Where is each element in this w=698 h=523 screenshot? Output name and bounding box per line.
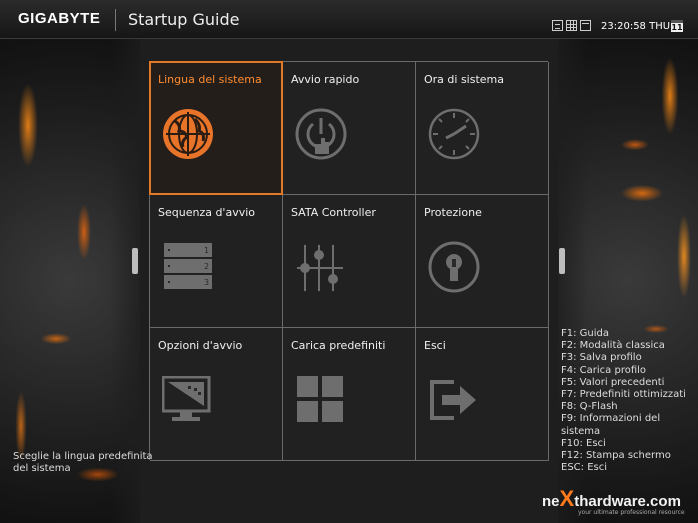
key-f7[interactable]: F7: Predefiniti ottimizzati [561,389,695,401]
clock-icon [428,108,480,160]
tile-label: Protezione [424,206,482,219]
tile-label: Opzioni d'avvio [158,339,243,352]
key-f9[interactable]: F9: Informazioni del [561,413,695,425]
easy-mode-icon[interactable] [566,20,577,31]
tile-label: Sequenza d'avvio [158,206,256,219]
key-f2[interactable]: F2: Modalità classica [561,340,695,352]
key-f4[interactable]: F4: Carica profilo [561,365,695,377]
page-title: Startup Guide [128,10,240,29]
key-esc[interactable]: ESC: Esci [561,462,695,474]
watermark-logo: neXthardware.com your ultimate professio… [542,486,692,516]
tile-label: Esci [424,339,446,352]
watermark-post: thardware.com [574,493,681,510]
fast-boot-icon [295,108,347,160]
sliders-icon [297,245,343,291]
startup-guide-grid: Lingua del sistema Avvio rapido Ora di s… [149,61,549,461]
tile-exit[interactable]: Esci [416,328,549,461]
advanced-mode-icon[interactable] [552,20,563,31]
tile-protection[interactable]: Protezione [416,195,549,328]
window-icon[interactable] [580,20,591,31]
key-f1[interactable]: F1: Guida [561,328,695,340]
tile-sata-controller[interactable]: SATA Controller [283,195,416,328]
item-description: Sceglie la lingua predefinita del sistem… [13,451,153,474]
tile-fast-boot[interactable]: Avvio rapido [283,62,416,195]
key-f5[interactable]: F5: Valori precedenti [561,377,695,389]
globe-icon [163,109,213,159]
scroll-handle-left[interactable] [132,248,138,274]
tile-label: Lingua del sistema [158,73,262,86]
tile-boot-sequence[interactable]: Sequenza d'avvio 1 2 3 [150,195,283,328]
svg-text:3: 3 [204,278,209,287]
key-f12[interactable]: F12: Stampa schermo [561,450,695,462]
exit-icon [430,380,476,420]
scroll-handle-right[interactable] [559,248,565,274]
tile-load-defaults[interactable]: Carica predefiniti [283,328,416,461]
key-f8[interactable]: F8: Q-Flash [561,401,695,413]
clock-display: 23:20:58 THU [601,21,671,32]
brand-logo: GIGABYTE [18,10,101,27]
grid-icon [297,376,343,422]
watermark-tagline: your ultimate professional resource [578,509,685,516]
svg-text:1: 1 [204,246,209,255]
function-key-legend: F1: Guida F2: Modalità classica F3: Salv… [561,328,695,474]
tile-system-time[interactable]: Ora di sistema [416,62,549,195]
key-f10[interactable]: F10: Esci [561,438,695,450]
top-bar: GIGABYTE Startup Guide 23:20:58 THU 11 [0,0,698,39]
tile-label: Ora di sistema [424,73,505,86]
tile-label: Avvio rapido [291,73,360,86]
key-f9-cont[interactable]: sistema [561,426,695,438]
monitor-icon [162,376,211,421]
tile-label: SATA Controller [291,206,376,219]
boot-sequence-icon: 1 2 3 [164,243,212,289]
header-divider [115,9,116,31]
watermark-x: X [559,486,575,511]
key-f3[interactable]: F3: Salva profilo [561,352,695,364]
calendar-icon[interactable]: 11 [671,20,683,32]
tile-boot-options[interactable]: Opzioni d'avvio [150,328,283,461]
tile-label: Carica predefiniti [291,339,386,352]
svg-text:2: 2 [204,262,209,271]
watermark-pre: ne [542,493,560,510]
mode-icons [552,20,591,31]
tile-system-language[interactable]: Lingua del sistema [149,61,283,195]
lock-icon [428,241,480,293]
